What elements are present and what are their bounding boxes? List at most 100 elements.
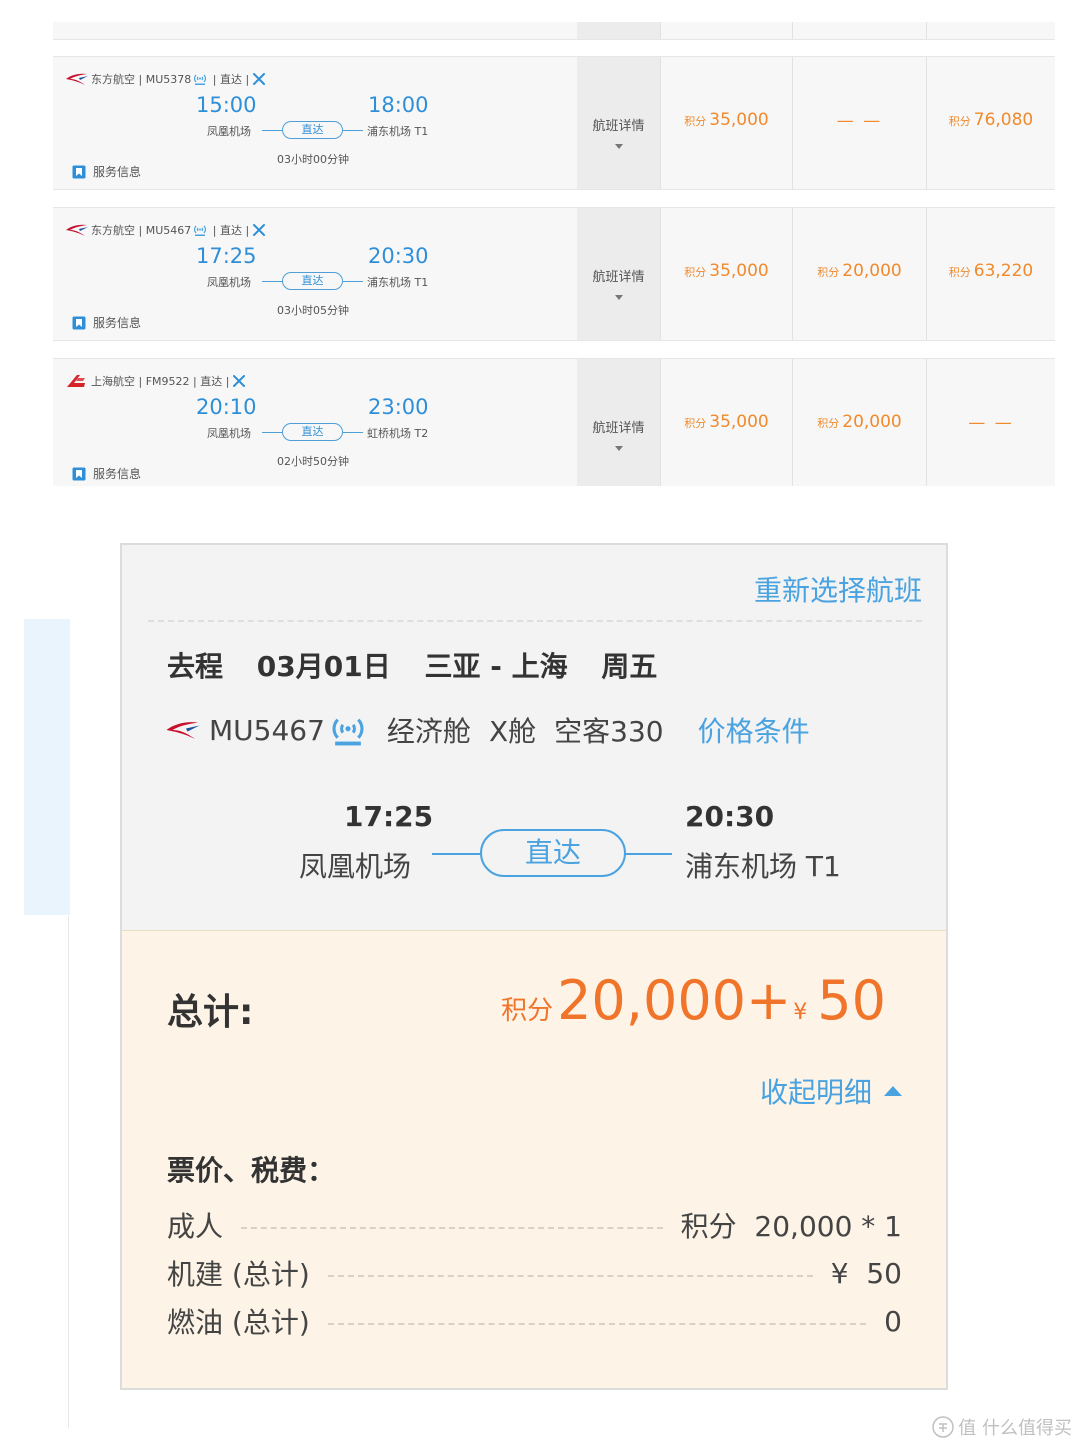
flight-detail-toggle[interactable]: 航班详情 [577,359,660,486]
fare-cell[interactable]: 积分 35,000 [660,57,792,189]
watermark: 值 什么值得买 [932,1414,1072,1440]
fee-label: 机建 (总计) [167,1258,310,1291]
flight-detail-toggle[interactable]: 航班详情 [577,208,660,340]
trip-route: 三亚 - 上海 [424,650,568,683]
service-info-link[interactable]: 服务信息 [72,314,141,331]
arrival-time: 23:00 [368,395,429,419]
fare-price: 积分 76,080 [948,110,1034,130]
flight-row[interactable]: 东方航空 | MU5467 | 直达 | 17:25 20:30 凤凰机场 直达… [53,207,1055,341]
fare-cell[interactable]: 积分 76,080 [926,57,1055,189]
flight-detail-label: 航班详情 [592,421,645,436]
total-points-label: 积分 [501,996,554,1026]
fee-row-airport-tax: 机建 (总计) ¥ 50 [167,1253,902,1293]
cabin-class: 经济舱 [386,715,471,748]
flight-number: FM9522 [145,374,190,388]
fare-cell[interactable]: 积分 35,000 [660,359,792,486]
meal-icon [253,224,266,236]
flight-info: 东方航空 | MU5378 | 直达 | 15:00 18:00 凤凰机场 直达… [53,57,577,189]
flight-info: 上海航空 | FM9522 | 直达 | 20:10 23:00 凤凰机场 直达… [53,359,577,486]
dotted-leader [327,1275,813,1277]
service-info-label: 服务信息 [93,467,142,481]
arrival-time: 18:00 [368,93,429,117]
cabin-code: X舱 [488,715,537,748]
fare-cell: — — [792,57,926,189]
watermark-logo-icon [932,1416,955,1438]
fare-price: 积分 63,220 [948,261,1034,281]
chevron-down-icon [614,295,623,300]
arrival-airport: 浦东机场 T1 [367,276,429,289]
route-line [262,130,282,131]
flight-row[interactable]: 上海航空 | FM9522 | 直达 | 20:10 23:00 凤凰机场 直达… [53,358,1055,486]
total-price: 积分 20,000 + ¥ 50 [501,969,886,1032]
china-eastern-logo-icon [66,73,88,85]
flight-number: MU5378 [145,72,192,86]
aircraft-type: 空客330 [554,715,664,748]
service-info-icon [72,467,86,480]
fare-price: 积分 20,000 [817,412,902,432]
flight-detail-toggle[interactable]: 航班详情 [577,57,660,189]
airline-line: 上海航空 | FM9522 | 直达 | [65,373,246,389]
arrival-airport: 虹桥机场 T2 [367,427,429,440]
wifi-icon [332,718,364,746]
departure-airport: 凤凰机场 [207,276,251,289]
collapse-details-link[interactable]: 收起明细 [760,1071,902,1111]
direct-pill: 直达 [282,272,343,290]
flight-row[interactable]: 东方航空 | MU5378 | 直达 | 15:00 18:00 凤凰机场 直达… [53,56,1055,190]
flight-detail-label: 航班详情 [592,119,645,134]
route-line [343,281,363,282]
flight-summary-line: MU5467 经济舱 X舱 空客330 价格条件 [165,710,810,750]
chevron-up-icon [884,1086,902,1096]
flight-detail-cell-partial [577,22,660,39]
arrival-airport: 浦东机场 T1 [685,850,841,883]
arrival-airport: 浦东机场 T1 [367,125,429,138]
direct-label: 直达 [219,73,242,86]
fare-cell[interactable]: 积分 63,220 [926,208,1055,340]
airline-line: 东方航空 | MU5467 | 直达 | [65,222,266,238]
direct-pill: 直达 [480,829,626,877]
trip-type: 去程 [167,650,224,683]
departure-time: 17:25 [196,244,257,268]
fare-cell: — — [926,359,1055,486]
route-line [262,432,282,433]
fare-cell[interactable]: 积分 20,000 [792,208,926,340]
flight-number: MU5467 [145,223,192,237]
departure-time: 20:10 [196,395,257,419]
watermark-text: 值 什么值得买 [958,1418,1072,1439]
airline-line: 东方航空 | MU5378 | 直达 | [65,71,266,87]
fee-row-fuel: 燃油 (总计) 0 [167,1301,902,1341]
service-info-link[interactable]: 服务信息 [72,465,141,482]
airline-name: 上海航空 [91,375,135,388]
price-summary-section: 总计: 积分 20,000 + ¥ 50 收起明细 票价、税费： 成人 积分 2… [122,930,946,1388]
departure-time: 17:25 [344,800,434,833]
shanghai-airlines-logo-icon [67,375,85,387]
fare-unavailable: — — [968,413,1014,433]
flight-duration: 02小时50分钟 [277,455,349,468]
fare-cell[interactable]: 积分 35,000 [660,208,792,340]
route-line [262,281,282,282]
total-cash: 50 [817,969,886,1032]
dashed-divider [148,620,922,622]
departure-airport: 凤凰机场 [207,427,251,440]
direct-pill: 直达 [282,121,343,139]
service-info-link[interactable]: 服务信息 [72,163,141,180]
booking-summary-panel: 重新选择航班 去程 03月01日 三亚 - 上海 周五 MU5467 经济舱 X… [120,543,948,1390]
reselect-flight-link[interactable]: 重新选择航班 [754,569,922,609]
departure-airport: 凤凰机场 [207,125,251,138]
meal-icon [253,73,266,85]
flight-duration: 03小时00分钟 [277,153,349,166]
dotted-leader [327,1323,867,1325]
price-conditions-link[interactable]: 价格条件 [698,710,810,750]
fare-cell[interactable]: 积分 20,000 [792,359,926,486]
total-label: 总计: [167,992,254,1033]
yen-symbol: ¥ [793,1000,808,1025]
flight-row-partial [53,22,1055,40]
flight-detail-label: 航班详情 [592,270,645,285]
airline-name: 东方航空 [91,224,135,237]
dotted-leader [241,1227,663,1229]
fee-label: 燃油 (总计) [167,1306,310,1339]
fee-row-adult: 成人 积分 20,000 * 1 [167,1205,902,1245]
route-line [343,130,363,131]
chevron-down-icon [614,144,623,149]
route-line [343,432,363,433]
trip-date: 03月01日 [256,650,391,683]
